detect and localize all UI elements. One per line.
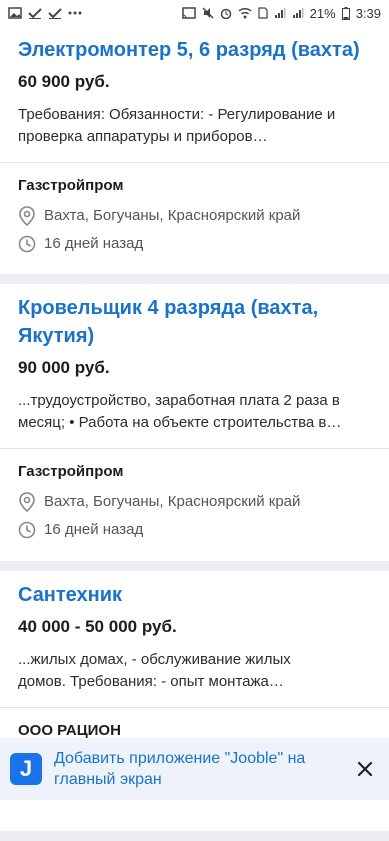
check-icon [28, 8, 42, 19]
check-icon [48, 8, 62, 19]
sim-icon [258, 7, 268, 19]
job-description: ...жилых домах, - обслуживание жилых дом… [18, 649, 371, 693]
job-card-footer: Газстройпром Вахта, Богучаны, Красноярск… [0, 449, 389, 561]
battery-text: 21% [309, 5, 336, 21]
posted-text: 16 дней назад [44, 521, 144, 538]
more-dots-icon [68, 11, 82, 15]
job-title-link[interactable]: Кровельщик 4 разряда (вахта, Якутия) [18, 294, 371, 350]
jooble-app-icon: J [10, 753, 42, 785]
job-description-line: месяц; • Работа на объекте строительства… [18, 414, 342, 431]
banner-text-line: главный экран [54, 771, 162, 788]
close-icon [357, 761, 373, 777]
job-card-header: Сантехник 40 000 - 50 000 руб. ...жилых … [0, 571, 389, 708]
clock-icon [18, 235, 36, 253]
job-description-line: домов. Требования: - опыт монтажа… [18, 673, 284, 690]
job-card[interactable]: Электромонтер 5, 6 разряд (вахта) 60 900… [0, 26, 389, 274]
posted-text: 16 дней назад [44, 235, 144, 252]
job-salary: 90 000 руб. [18, 358, 110, 377]
location-text: Вахта, Богучаны, Красноярский край [44, 493, 301, 510]
location-pin-icon [19, 492, 35, 512]
job-card-footer: Газстройпром Вахта, Богучаны, Красноярск… [0, 163, 389, 275]
job-location: Вахта, Богучаны, Красноярский край [18, 491, 371, 513]
job-location: Вахта, Богучаны, Красноярский край [18, 205, 371, 227]
job-title-link[interactable]: Сантехник [18, 581, 371, 609]
job-card[interactable]: Кровельщик 4 разряда (вахта, Якутия) 90 … [0, 284, 389, 561]
job-posted: 16 дней назад [18, 519, 371, 541]
job-feed: Электромонтер 5, 6 разряд (вахта) 60 900… [0, 26, 389, 841]
job-description-line: ...трудоустройство, заработная плата 2 р… [18, 392, 340, 409]
image-icon [8, 7, 22, 19]
signal-icon [274, 8, 286, 18]
job-description: Требования: Обязанности: - Регулирование… [18, 104, 371, 148]
job-title-link[interactable]: Электромонтер 5, 6 разряд (вахта) [18, 36, 371, 64]
add-to-home-link[interactable]: Добавить приложение "Jooble" на главный … [54, 748, 339, 790]
wifi-icon [238, 7, 252, 19]
signal-icon [292, 8, 304, 18]
job-description-line: проверка аппаратуры и приборов… [18, 128, 268, 145]
add-to-home-banner[interactable]: J Добавить приложение "Jooble" на главны… [0, 738, 389, 800]
clock-icon [18, 521, 36, 539]
status-left [8, 7, 82, 19]
cast-icon [181, 7, 196, 19]
job-card-header: Электромонтер 5, 6 разряд (вахта) 60 900… [0, 26, 389, 163]
job-title-line: Кровельщик 4 разряда (вахта, [18, 297, 319, 319]
alarm-icon [220, 8, 231, 19]
job-salary: 60 900 руб. [18, 72, 110, 91]
job-posted: 16 дней назад [18, 233, 371, 255]
job-salary: 40 000 - 50 000 руб. [18, 617, 177, 636]
job-title-line: Якутия) [18, 325, 95, 347]
company-name: Газстройпром [18, 463, 124, 480]
status-bar: 21% 3:39 [0, 0, 389, 26]
status-right: 21% 3:39 [181, 5, 381, 21]
job-description-line: Требования: Обязанности: - Регулирование… [18, 106, 336, 123]
close-banner-button[interactable] [351, 755, 379, 783]
location-pin-icon [19, 206, 35, 226]
mute-icon [202, 7, 214, 19]
clock-text: 3:39 [355, 5, 381, 21]
job-description: ...трудоустройство, заработная плата 2 р… [18, 390, 371, 434]
job-description-line: ...жилых домах, - обслуживание жилых [18, 651, 291, 668]
job-card-header: Кровельщик 4 разряда (вахта, Якутия) 90 … [0, 284, 389, 449]
battery-icon [341, 6, 350, 20]
location-text: Вахта, Богучаны, Красноярский край [44, 207, 301, 224]
banner-text-line: Добавить приложение "Jooble" на [54, 750, 306, 767]
company-name: Газстройпром [18, 177, 124, 194]
